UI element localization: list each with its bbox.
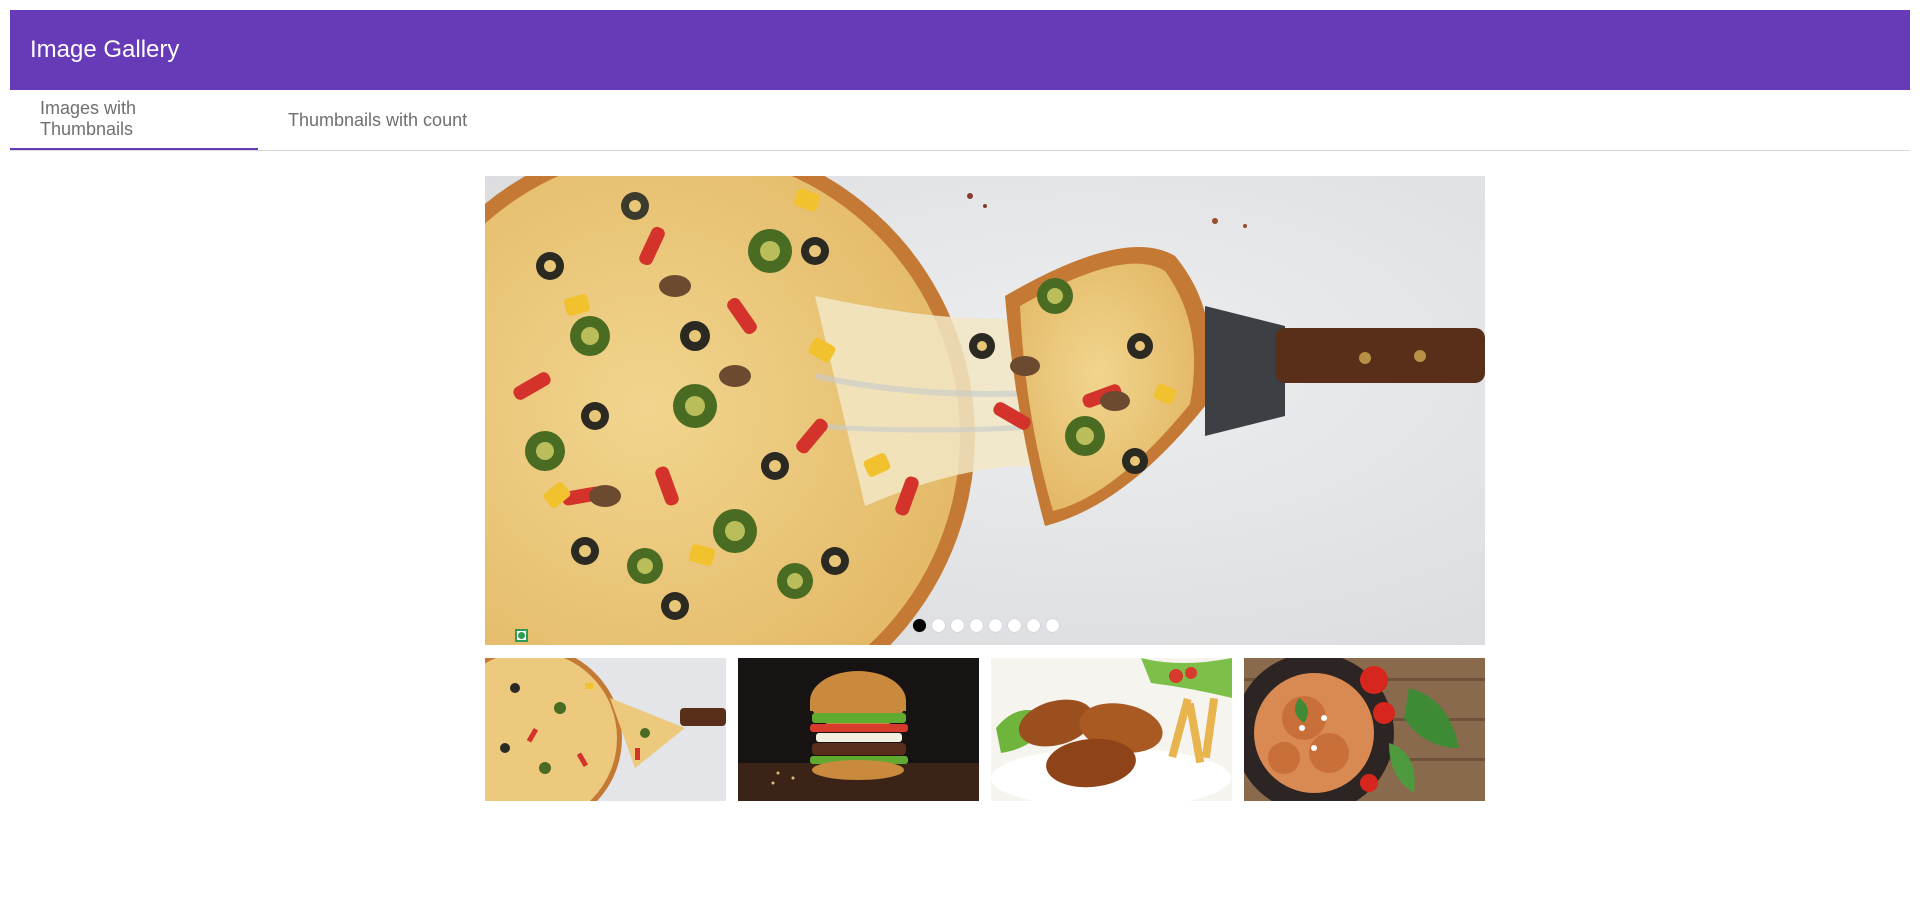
thumbnail-spaghetti[interactable]	[1244, 658, 1485, 801]
carousel-dot[interactable]	[951, 619, 964, 632]
thumbnail-pizza[interactable]	[485, 658, 726, 801]
app-header: Image Gallery	[10, 10, 1910, 90]
carousel-dot[interactable]	[1008, 619, 1021, 632]
carousel-dot[interactable]	[970, 619, 983, 632]
tab-label: Images with Thumbnails	[40, 98, 137, 139]
image-gallery	[485, 176, 1485, 801]
page-title: Image Gallery	[30, 36, 180, 63]
pizza-image	[485, 176, 1485, 645]
carousel-dot[interactable]	[1046, 619, 1059, 632]
carousel-dots	[913, 619, 1059, 632]
carousel-dot[interactable]	[989, 619, 1002, 632]
carousel-dot[interactable]	[1027, 619, 1040, 632]
tab-bar: Images with Thumbnails Thumbnails with c…	[10, 90, 1910, 151]
thumbnail-chicken[interactable]	[991, 658, 1232, 801]
tab-label: Thumbnails with count	[288, 109, 468, 130]
tab-thumbnails-with-count[interactable]: Thumbnails with count	[258, 90, 497, 150]
carousel-dot[interactable]	[913, 619, 926, 632]
veg-mark-icon	[515, 629, 528, 642]
main-slide-image[interactable]	[485, 176, 1485, 645]
app-container: Image Gallery Images with Thumbnails Thu…	[10, 10, 1910, 151]
carousel-dot[interactable]	[932, 619, 945, 632]
thumbnail-strip	[485, 658, 1485, 801]
thumbnail-burger[interactable]	[738, 658, 979, 801]
tab-images-with-thumbnails[interactable]: Images with Thumbnails	[10, 90, 258, 150]
